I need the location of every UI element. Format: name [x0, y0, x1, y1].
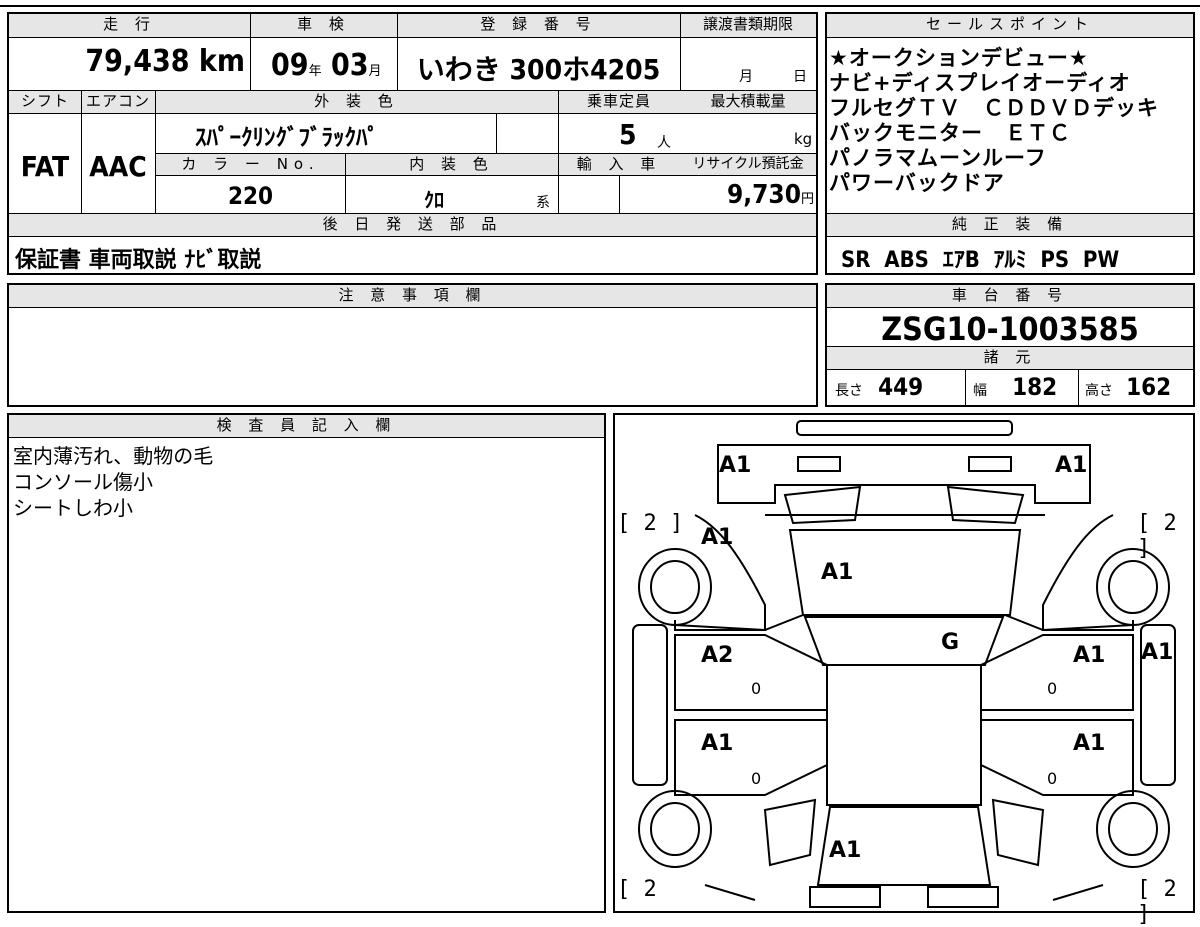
damage-rear: A1	[829, 838, 862, 863]
mileage-value: 79,438 km	[85, 44, 245, 79]
sales-points-label: セールスポイント	[827, 14, 1193, 37]
registration-value: いわき 300ホ4205	[416, 53, 661, 86]
inspector-note-line: コンソール傷小	[13, 470, 153, 494]
tire-tread-bottom-right: [ 2 ]	[1137, 877, 1177, 927]
recycle-value: 9,730円	[726, 180, 814, 210]
mileage-unit: km	[198, 44, 245, 79]
load-label: 最大積載量	[680, 91, 816, 113]
damage-pillar-right: A1	[1141, 640, 1174, 665]
damage-front-right: A1	[1055, 453, 1088, 478]
vehicle-info-panel: 走 行 車 検 登 録 番 号 譲渡書類期限 79,438 km 09年 03月…	[7, 12, 818, 275]
sales-point-line: バックモニター ＥＴＣ	[829, 121, 1071, 145]
exterior-value: ｽﾊﾟｰｸﾘﾝｸﾞﾌﾞﾗｯｸﾊﾟ	[195, 125, 379, 151]
damage-map-panel: A1 A1 A1 A1 G A2 A1 A1 A1 A1 A1 0 0 0 0 …	[613, 413, 1195, 927]
inspector-note-line: 室内薄汚れ、動物の毛	[13, 444, 214, 468]
capacity-unit: 人	[657, 135, 671, 151]
genuine-equipment-label: 純 正 装 備	[827, 214, 1193, 236]
shift-label: シフト	[9, 91, 81, 113]
tire-tread-bottom-left: [ 2	[617, 877, 657, 902]
inspector-label: 検 査 員 記 入 欄	[9, 415, 604, 437]
damage-front-door-right: A1	[1073, 643, 1106, 668]
notes-panel: 注 意 事 項 欄	[7, 283, 818, 407]
interior-unit: 系	[536, 195, 550, 211]
mileage-label: 走 行	[9, 14, 250, 37]
chassis-label: 車 台 番 号	[827, 285, 1193, 307]
width-spec: 幅 182	[973, 373, 1058, 401]
exterior-label: 外 装 色	[155, 91, 558, 113]
damage-rear-door-right: A1	[1073, 731, 1106, 756]
zero-mark: 0	[1047, 769, 1058, 788]
specs-label: 諸 元	[827, 347, 1193, 369]
damage-front-door-left: A2	[701, 643, 734, 668]
interior-value: ｸﾛ	[424, 188, 444, 212]
length-spec: 長さ 449	[835, 373, 924, 401]
color-no-label: カ ラ ー No.	[156, 154, 345, 175]
zero-mark: 0	[751, 679, 762, 698]
shift-value: FAT	[20, 150, 70, 183]
color-no-value: 220	[227, 182, 274, 210]
later-parts-value: 保証書 車両取説 ﾅﾋﾞ取説	[15, 248, 262, 273]
inspector-note-line: シートしわ小	[13, 496, 133, 520]
sales-points-list: ★オークションデビュー★ ナビ+ディスプレイオーディオ フルセグＴＶ ＣＤＤＶＤ…	[829, 46, 1159, 196]
zero-mark: 0	[751, 769, 762, 788]
chassis-panel: 車 台 番 号 ZSG10-1003585 諸 元 長さ 449 幅 182 高…	[825, 283, 1195, 407]
inspector-notes: 室内薄汚れ、動物の毛 コンソール傷小 シートしわ小	[13, 443, 213, 521]
load-unit: kg	[794, 130, 813, 148]
chassis-value: ZSG10-1003585	[881, 310, 1139, 348]
inspection-label: 車 検	[250, 14, 397, 37]
notes-label: 注 意 事 項 欄	[9, 285, 816, 307]
tire-tread-top-left: [ 2 ]	[617, 511, 684, 536]
damage-rear-door-left: A1	[701, 731, 734, 756]
damage-hood-center: A1	[821, 560, 854, 585]
transfer-label: 譲渡書類期限	[680, 14, 816, 37]
zero-mark: 0	[1047, 679, 1058, 698]
sales-point-line: パワーバックドア	[829, 171, 1005, 195]
height-spec: 高さ 162	[1085, 373, 1172, 401]
ac-value: AAC	[89, 150, 147, 183]
transfer-month-unit: 月	[739, 69, 753, 85]
top-strip	[0, 0, 1200, 7]
import-label: 輸 入 車	[558, 154, 680, 175]
capacity-label: 乗車定員	[558, 91, 680, 113]
later-parts-label: 後 日 発 送 部 品	[9, 214, 816, 236]
registration-label: 登 録 番 号	[397, 14, 680, 37]
inspector-panel: 検 査 員 記 入 欄 室内薄汚れ、動物の毛 コンソール傷小 シートしわ小	[7, 413, 606, 913]
sales-point-line: パノラマムーンルーフ	[829, 146, 1047, 170]
inspection-value: 09年 03月	[271, 48, 382, 83]
recycle-unit: 円	[800, 192, 814, 207]
damage-front-left: A1	[719, 453, 752, 478]
recycle-label: リサイクル預託金	[680, 154, 816, 175]
genuine-equipment-value: SR ABS ｴｱB ｱﾙﾐ PS PW	[841, 248, 1120, 273]
sales-point-line: ★オークションデビュー★	[829, 46, 1089, 70]
sales-point-line: ナビ+ディスプレイオーディオ	[829, 71, 1131, 95]
damage-windshield: G	[941, 630, 960, 655]
interior-label: 内 装 色	[345, 154, 558, 175]
tire-tread-top-right: [ 2 ]	[1137, 511, 1177, 561]
capacity-value: 5	[619, 118, 637, 151]
transfer-day-unit: 日	[793, 69, 807, 85]
damage-hood-left: A1	[701, 525, 734, 550]
ac-label: エアコン	[81, 91, 155, 113]
sales-point-line: フルセグＴＶ ＣＤＤＶＤデッキ	[829, 96, 1159, 120]
sales-points-panel: セールスポイント ★オークションデビュー★ ナビ+ディスプレイオーディオ フルセ…	[825, 12, 1195, 275]
